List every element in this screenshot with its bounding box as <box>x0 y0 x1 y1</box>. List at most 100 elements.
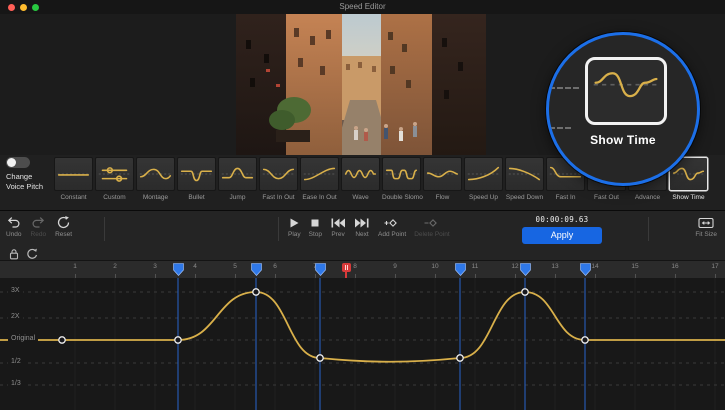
lock-button[interactable] <box>8 247 20 259</box>
undo-button[interactable]: Undo <box>6 216 22 238</box>
preset-label: Speed Up <box>464 194 503 201</box>
preset-label: Wave <box>341 194 380 201</box>
prev-icon <box>330 216 346 229</box>
timeline-ruler[interactable]: 1234567891011121314151617 <box>0 260 725 278</box>
preset-label: Speed Down <box>505 194 544 201</box>
lock-icon <box>8 248 20 260</box>
history-group: Undo Redo Reset <box>6 216 72 238</box>
ruler-number: 13 <box>545 263 565 270</box>
ruler-number: 15 <box>625 263 645 270</box>
apply-button[interactable]: Apply <box>522 227 602 244</box>
preview-stage: Show Time <box>0 14 725 155</box>
keyframe-pin[interactable] <box>173 263 184 276</box>
bullet-curve-icon <box>177 157 216 191</box>
track-options-row <box>0 246 725 260</box>
double-slomo-curve-icon <box>382 157 421 191</box>
play-icon <box>288 216 300 229</box>
ruler-number: 5 <box>225 263 245 270</box>
preset-montage[interactable]: Montage <box>136 157 175 201</box>
preset-label: Montage <box>136 194 175 201</box>
reset-button[interactable]: Reset <box>55 216 72 238</box>
ruler-number: 16 <box>665 263 685 270</box>
preset-ease-in-out[interactable]: Ease In Out <box>300 157 339 201</box>
play-button[interactable]: Play <box>288 216 301 238</box>
preset-constant[interactable]: Constant <box>54 157 93 201</box>
ruler-number: 6 <box>265 263 285 270</box>
preset-label: Double Slomo <box>382 194 421 201</box>
stop-button[interactable]: Stop <box>309 216 322 238</box>
voice-pitch-control: Change Voice Pitch <box>6 157 52 192</box>
keyframe-pin[interactable] <box>315 263 326 276</box>
video-preview <box>236 14 486 155</box>
curve-point[interactable] <box>59 337 65 343</box>
voice-pitch-label-line1: Change <box>6 172 32 181</box>
speed-level-label: 1/2 <box>8 358 24 365</box>
keyframe-pin[interactable] <box>251 263 262 276</box>
magnified-preset-tile <box>585 57 667 125</box>
voice-pitch-label-line2: Voice Pitch <box>6 182 43 191</box>
custom-sliders-icon <box>95 157 134 191</box>
preset-jump[interactable]: Jump <box>218 157 257 201</box>
minimize-button[interactable] <box>20 4 27 11</box>
voice-pitch-toggle[interactable] <box>6 157 30 168</box>
redo-icon <box>31 216 45 229</box>
preset-double-slomo[interactable]: Double Slomo <box>382 157 421 201</box>
curve-point[interactable] <box>253 289 259 295</box>
keyframe-pin[interactable] <box>580 263 591 276</box>
preset-speed-down[interactable]: Speed Down <box>505 157 544 201</box>
preset-label: Fast In <box>546 194 585 201</box>
next-label: Next <box>355 231 368 238</box>
speed-level-label: 2X <box>8 313 23 320</box>
next-icon <box>354 216 370 229</box>
play-label: Play <box>288 231 301 238</box>
preset-label: Bullet <box>177 194 216 201</box>
prev-label: Prev <box>331 231 344 238</box>
fast-in-out-curve-icon <box>259 157 298 191</box>
preset-flow[interactable]: Flow <box>423 157 462 201</box>
preset-wave[interactable]: Wave <box>341 157 380 201</box>
title-bar: Speed Editor <box>0 0 725 15</box>
redo-button[interactable]: Redo <box>31 216 47 238</box>
curve-point[interactable] <box>457 355 463 361</box>
curve-canvas[interactable] <box>0 278 725 410</box>
magnified-show-time-icon <box>588 60 664 109</box>
curve-point[interactable] <box>522 289 528 295</box>
keyframe-pin[interactable] <box>455 263 466 276</box>
magnified-neighbor-dash <box>549 87 579 89</box>
delete-point-button[interactable]: Delete Point <box>414 216 449 238</box>
ruler-number: 9 <box>385 263 405 270</box>
fit-size-icon <box>698 216 714 229</box>
window-title: Speed Editor <box>0 0 725 14</box>
refresh-button[interactable] <box>26 247 38 259</box>
keyframe-pin[interactable] <box>520 263 531 276</box>
preset-label: Jump <box>218 194 257 201</box>
redo-label: Redo <box>31 231 47 238</box>
close-button[interactable] <box>8 4 15 11</box>
video-preview-image <box>236 14 486 155</box>
time-apply-group: 00:00:09.63 Apply <box>520 215 604 244</box>
curve-point[interactable] <box>175 337 181 343</box>
preset-bullet[interactable]: Bullet <box>177 157 216 201</box>
ruler-number: 4 <box>185 263 205 270</box>
prev-button[interactable]: Prev <box>330 216 346 238</box>
preset-label: Ease In Out <box>300 194 339 201</box>
next-button[interactable]: Next <box>354 216 370 238</box>
add-point-button[interactable]: Add Point <box>378 216 406 238</box>
curve-editor[interactable]: 3X2XOriginal1/21/3 <box>0 278 725 410</box>
preset-speed-up[interactable]: Speed Up <box>464 157 503 201</box>
fit-size-button[interactable]: Fit Size <box>695 216 717 238</box>
preset-fast-in-out[interactable]: Fast In Out <box>259 157 298 201</box>
curve-point[interactable] <box>317 355 323 361</box>
speed-down-curve-icon <box>505 157 544 191</box>
preset-custom[interactable]: Custom <box>95 157 134 201</box>
speed-editor-window: Speed Editor <box>0 0 725 410</box>
fit-size-label: Fit Size <box>695 231 717 238</box>
montage-curve-icon <box>136 157 175 191</box>
timecode-display: 00:00:09.63 <box>520 215 604 224</box>
ruler-number: 3 <box>145 263 165 270</box>
flow-curve-icon <box>423 157 462 191</box>
toggle-knob <box>7 158 16 167</box>
playhead-handle[interactable] <box>342 263 351 272</box>
zoom-button[interactable] <box>32 4 39 11</box>
curve-point[interactable] <box>582 337 588 343</box>
